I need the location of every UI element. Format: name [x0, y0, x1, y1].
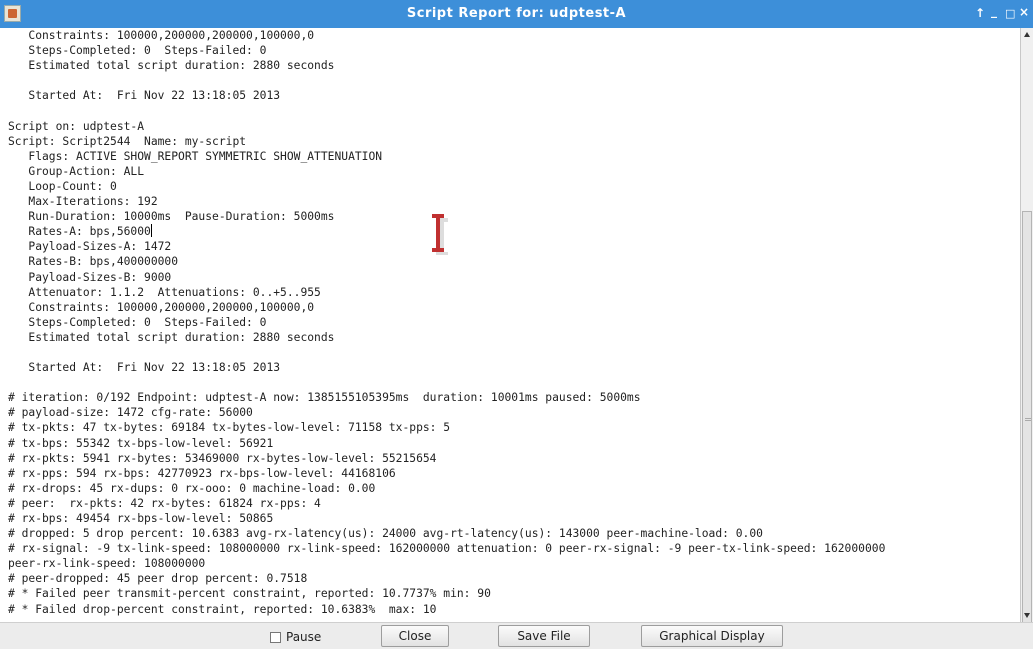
vertical-scrollbar[interactable] [1020, 28, 1033, 634]
report-line: Estimated total script duration: 2880 se… [8, 330, 335, 344]
report-line: Steps-Completed: 0 Steps-Failed: 0 [8, 44, 267, 58]
pin-up-icon[interactable]: ↑ [975, 6, 985, 20]
report-line: # rx-pkts: 5941 rx-bytes: 53469000 rx-by… [8, 451, 437, 465]
scroll-up-icon[interactable] [1024, 32, 1030, 37]
report-line: Script on: udptest-A [8, 119, 145, 133]
report-line: Max-Iterations: 192 [8, 195, 158, 209]
report-line: # peer-dropped: 45 peer drop percent: 0.… [8, 572, 308, 586]
report-line: Started At: Fri Nov 22 13:18:05 2013 [8, 361, 281, 375]
report-line: Rates-A: bps,56000 [8, 225, 151, 239]
report-line: peer-rx-link-speed: 108000000 [8, 557, 206, 571]
report-line: # payload-size: 1472 cfg-rate: 56000 [8, 406, 253, 420]
report-line: # tx-bps: 55342 tx-bps-low-level: 56921 [8, 436, 274, 450]
report-line: Steps-Completed: 0 Steps-Failed: 0 [8, 315, 267, 329]
button-bar: Pause Close Save File Graphical Display [0, 622, 1033, 649]
report-line: Constraints: 100000,200000,200000,100000… [8, 29, 315, 42]
scroll-down-icon[interactable] [1024, 613, 1030, 618]
report-line: Payload-Sizes-B: 9000 [8, 270, 172, 284]
report-line: Payload-Sizes-A: 1472 [8, 240, 172, 254]
report-line: # tx-pkts: 47 tx-bytes: 69184 tx-bytes-l… [8, 421, 451, 435]
report-text-area[interactable]: Constraints: 100000,200000,200000,100000… [0, 28, 1020, 622]
report-line: # * Failed peer transmit-percent constra… [8, 587, 491, 601]
report-line: Script: Script2544 Name: my-script [8, 134, 247, 148]
report-line: Loop-Count: 0 [8, 179, 117, 193]
report-line: # rx-pps: 594 rx-bps: 42770923 rx-bps-lo… [8, 466, 396, 480]
report-line: # rx-drops: 45 rx-dups: 0 rx-ooo: 0 mach… [8, 481, 376, 495]
report-line: Started At: Fri Nov 22 13:18:05 2013 [8, 89, 281, 103]
close-window-icon[interactable]: × [1019, 5, 1029, 19]
report-line: # peer: rx-pkts: 42 rx-bytes: 61824 rx-p… [8, 496, 321, 510]
report-line: Rates-B: bps,400000000 [8, 255, 179, 269]
scroll-thumb[interactable] [1022, 211, 1032, 634]
pause-checkbox[interactable]: Pause [270, 627, 321, 647]
report-line: Flags: ACTIVE SHOW_REPORT SYMMETRIC SHOW… [8, 149, 383, 163]
report-line: # * Failed drop-percent constraint, repo… [8, 602, 437, 616]
title-bar[interactable]: Script Report for: udptest-A ↑ _ □ × [0, 0, 1033, 28]
checkbox-icon[interactable] [270, 631, 281, 643]
report-line: # dropped: 5 drop percent: 10.6383 avg-r… [8, 527, 763, 541]
report-line: Attenuator: 1.1.2 Attenuations: 0..+5..9… [8, 285, 321, 299]
graphical-display-button[interactable]: Graphical Display [641, 625, 783, 647]
report-line: # rx-bps: 49454 rx-bps-low-level: 50865 [8, 512, 274, 525]
report-line: # iteration: 0/192 Endpoint: udptest-A n… [8, 391, 641, 405]
report-line: Constraints: 100000,200000,200000,100000… [8, 300, 315, 314]
scroll-grip-icon [1025, 418, 1031, 421]
window-title: Script Report for: udptest-A [406, 6, 627, 21]
report-line: Estimated total script duration: 2880 se… [8, 59, 335, 73]
text-caret [150, 224, 152, 238]
report-text: Constraints: 100000,200000,200000,100000… [0, 28, 1020, 617]
maximize-icon[interactable]: □ [1005, 7, 1015, 20]
report-line: Group-Action: ALL [8, 164, 145, 178]
report-line: # rx-signal: -9 tx-link-speed: 108000000… [8, 542, 886, 556]
text-cursor-icon [432, 214, 448, 255]
close-button[interactable]: Close [381, 625, 449, 647]
minimize-icon[interactable]: _ [991, 4, 997, 18]
pause-label: Pause [286, 630, 322, 644]
report-line: Run-Duration: 10000ms Pause-Duration: 50… [8, 210, 335, 224]
save-file-button[interactable]: Save File [498, 625, 590, 647]
